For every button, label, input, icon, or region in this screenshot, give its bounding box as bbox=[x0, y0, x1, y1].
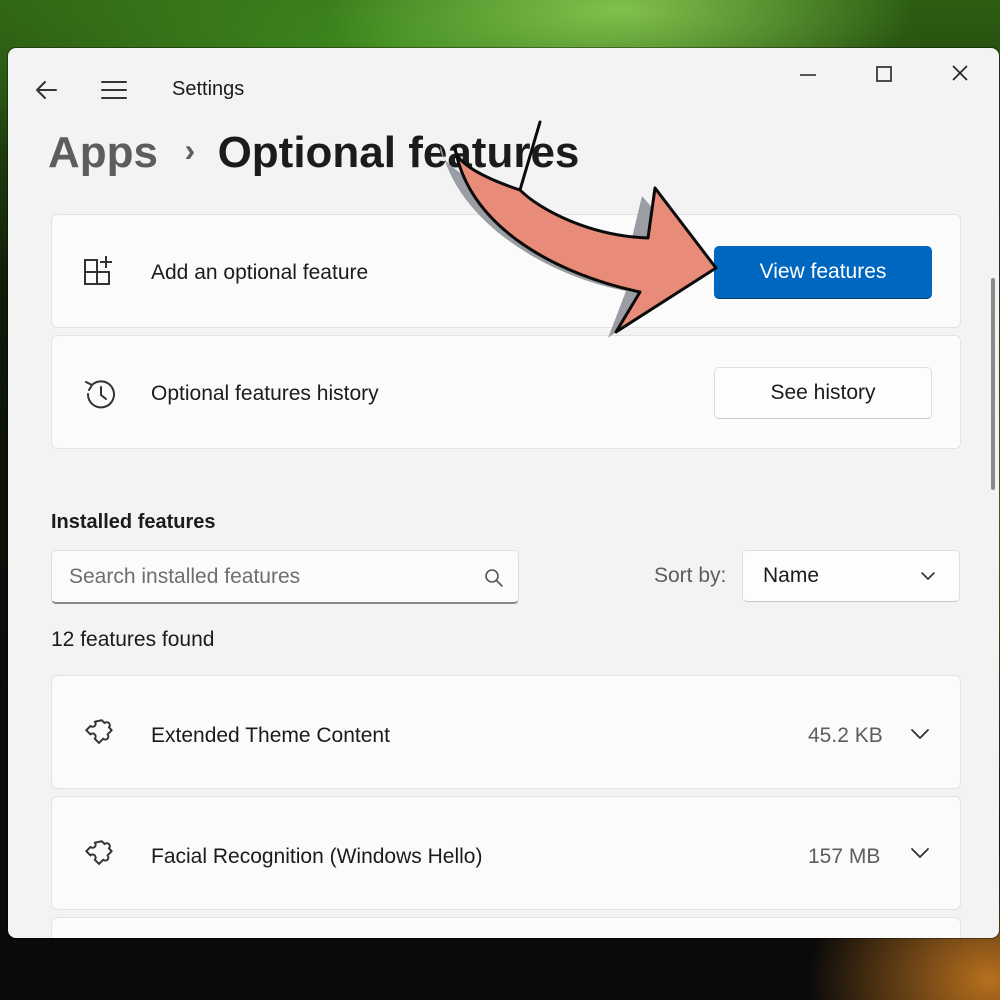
annotation-arrow bbox=[440, 120, 718, 338]
